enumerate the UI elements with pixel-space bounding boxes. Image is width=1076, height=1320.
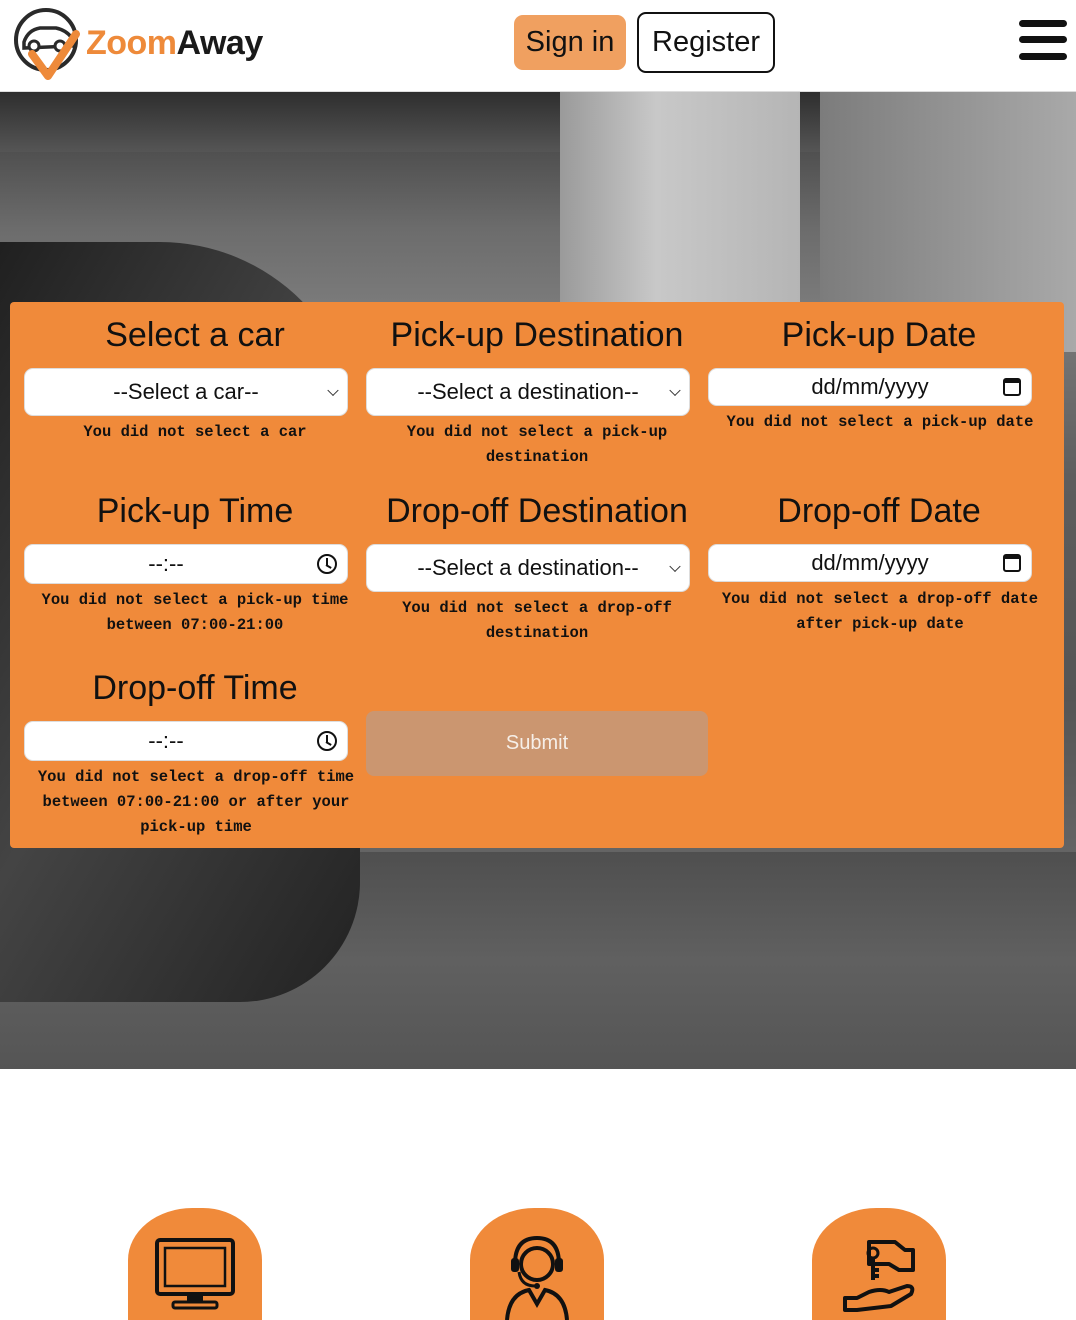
pickup-time-error: You did not select a pick-up time betwee…: [41, 591, 349, 634]
chevron-down-icon: [669, 384, 681, 397]
brand-name: ZoomAway: [86, 24, 263, 63]
feature-support: [470, 1208, 604, 1320]
clock-icon[interactable]: [317, 731, 337, 751]
pickup-time-value: --:--: [148, 551, 184, 576]
car-error: You did not select a car: [83, 423, 307, 441]
submit-button[interactable]: Submit: [366, 711, 708, 776]
pickup-time-label: Pick-up Time: [96, 492, 294, 530]
pickup-destination-value: --Select a destination--: [417, 379, 639, 404]
brand-name-part2: Away: [176, 23, 264, 62]
dropoff-destination-value: --Select a destination--: [417, 555, 639, 580]
dropoff-date-value: dd/mm/yyyy: [811, 550, 929, 575]
support-agent-icon: [505, 1235, 569, 1320]
car-select[interactable]: --Select a car--: [24, 368, 348, 416]
pickup-date-value: dd/mm/yyyy: [811, 374, 929, 399]
calendar-icon[interactable]: [1003, 554, 1021, 572]
pickup-date-label: Pick-up Date: [781, 316, 977, 354]
chevron-down-icon: [327, 384, 339, 397]
calendar-icon[interactable]: [1003, 378, 1021, 396]
clock-icon[interactable]: [317, 554, 337, 574]
dropoff-date-input[interactable]: dd/mm/yyyy: [708, 544, 1032, 582]
car-pin-logo-icon: [14, 8, 80, 80]
feature-key-handover: [812, 1208, 946, 1320]
dropoff-date-label: Drop-off Date: [777, 492, 981, 530]
dropoff-date-error: You did not select a drop-off date after…: [721, 590, 1039, 633]
key-handover-icon: [843, 1240, 915, 1312]
pickup-date-input[interactable]: dd/mm/yyyy: [708, 368, 1032, 406]
pickup-date-error: You did not select a pick-up date: [726, 413, 1034, 431]
select-car-label: Select a car: [105, 316, 285, 354]
dropoff-time-value: --:--: [148, 728, 184, 753]
pickup-time-input[interactable]: --:--: [24, 544, 348, 584]
pickup-destination-label: Pick-up Destination: [390, 316, 684, 354]
booking-form: Select a car --Select a car-- You did no…: [10, 302, 1064, 848]
dropoff-destination-error: You did not select a drop-off destinatio…: [402, 599, 672, 642]
pickup-destination-select[interactable]: --Select a destination--: [366, 368, 690, 416]
dropoff-destination-label: Drop-off Destination: [386, 492, 688, 530]
dropoff-time-label: Drop-off Time: [92, 669, 298, 707]
brand-name-part1: Zoom: [86, 23, 177, 62]
feature-online-booking: [128, 1208, 262, 1320]
car-select-value: --Select a car--: [113, 379, 259, 404]
logo[interactable]: ZoomAway: [14, 6, 263, 80]
register-button[interactable]: Register: [637, 12, 775, 73]
site-header: ZoomAway Sign in Register: [0, 0, 1076, 92]
pickup-destination-error: You did not select a pick-up destination: [406, 423, 668, 466]
dropoff-destination-select[interactable]: --Select a destination--: [366, 544, 690, 592]
menu-icon[interactable]: [1019, 18, 1067, 62]
dropoff-time-input[interactable]: --:--: [24, 721, 348, 761]
dropoff-time-error: You did not select a drop-off time betwe…: [37, 768, 355, 836]
chevron-down-icon: [669, 560, 681, 573]
computer-icon: [155, 1238, 235, 1310]
sign-in-button[interactable]: Sign in: [514, 15, 626, 70]
